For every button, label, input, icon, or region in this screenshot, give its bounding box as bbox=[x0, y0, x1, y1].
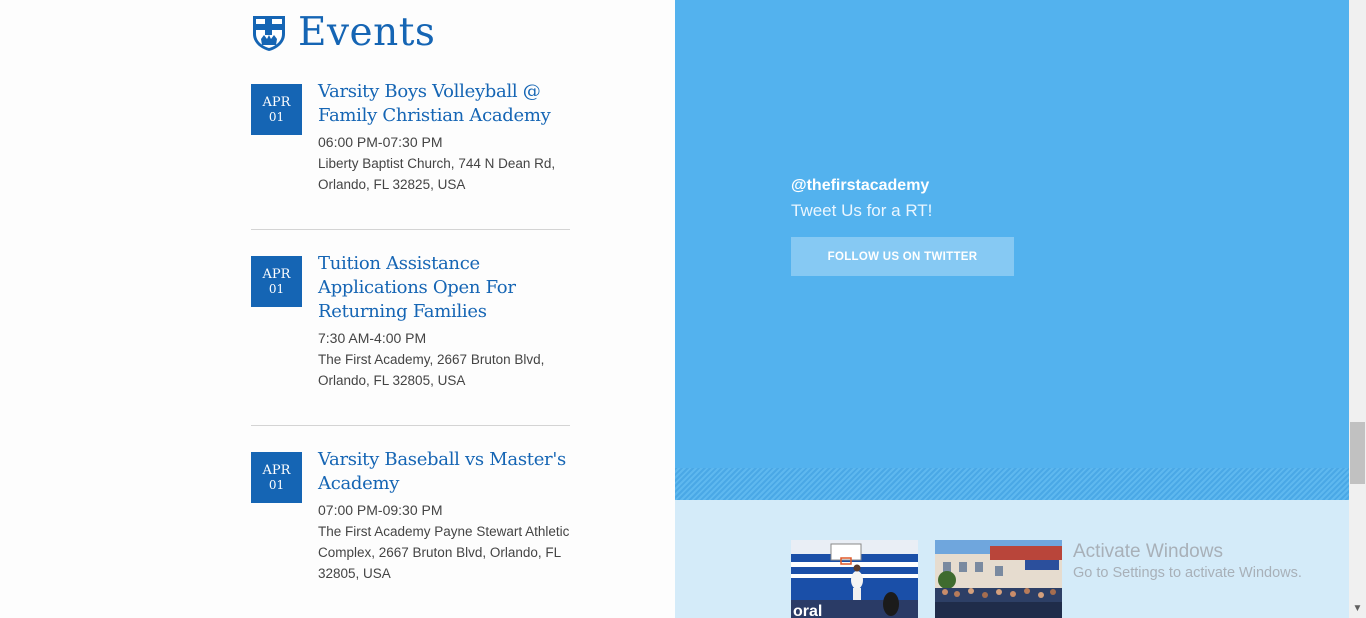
school-crest-icon bbox=[253, 15, 285, 51]
twitter-tagline: Tweet Us for a RT! bbox=[791, 201, 933, 220]
event-date-badge: APR 01 bbox=[251, 84, 302, 135]
photo-campus-crowd[interactable] bbox=[935, 540, 1062, 618]
event-time: 7:30 AM-4:00 PM bbox=[318, 330, 427, 346]
event-divider bbox=[251, 229, 570, 230]
event-month: APR bbox=[262, 463, 291, 478]
event-time: 07:00 PM-09:30 PM bbox=[318, 502, 443, 518]
scrollbar-thumb[interactable] bbox=[1350, 422, 1365, 484]
event-day: 01 bbox=[268, 478, 285, 492]
twitter-handle[interactable]: @thefirstacademy bbox=[791, 177, 929, 195]
event-title-link[interactable]: Varsity Baseball vs Master's Academy bbox=[318, 448, 578, 496]
vertical-scrollbar[interactable] bbox=[1349, 0, 1366, 618]
watermark-subtitle: Go to Settings to activate Windows. bbox=[1073, 565, 1302, 581]
event-title-link[interactable]: Varsity Boys Volleyball @ Family Christi… bbox=[318, 80, 578, 128]
events-heading: Events bbox=[250, 10, 435, 55]
event-divider bbox=[251, 425, 570, 426]
event-location: Liberty Baptist Church, 744 N Dean Rd, O… bbox=[318, 156, 556, 192]
event-time: 06:00 PM-07:30 PM bbox=[318, 134, 443, 150]
windows-activation-watermark: Activate Windows Go to Settings to activ… bbox=[1073, 541, 1302, 581]
event-date-badge: APR 01 bbox=[251, 452, 302, 503]
event-title-link[interactable]: Tuition Assistance Applications Open For… bbox=[318, 252, 578, 324]
event-day: 01 bbox=[268, 282, 285, 296]
watermark-title: Activate Windows bbox=[1073, 541, 1223, 562]
event-location: The First Academy Payne Stewart Athletic… bbox=[318, 524, 570, 581]
page-title: Events bbox=[298, 10, 436, 55]
follow-twitter-button[interactable]: FOLLOW US ON TWITTER bbox=[791, 237, 1014, 276]
chevron-down-icon[interactable]: ▼ bbox=[1352, 603, 1363, 614]
event-month: APR bbox=[262, 267, 291, 282]
event-month: APR bbox=[262, 95, 291, 110]
twitter-panel bbox=[675, 0, 1349, 468]
photo-basketball[interactable]: oral bbox=[791, 540, 918, 618]
event-location: The First Academy, 2667 Bruton Blvd, Orl… bbox=[318, 352, 545, 388]
striped-divider bbox=[675, 468, 1349, 500]
event-day: 01 bbox=[268, 110, 285, 124]
svg-text:oral: oral bbox=[793, 603, 822, 618]
events-section: Events APR 01 Varsity Boys Volleyball @ … bbox=[0, 0, 675, 618]
event-date-badge: APR 01 bbox=[251, 256, 302, 307]
